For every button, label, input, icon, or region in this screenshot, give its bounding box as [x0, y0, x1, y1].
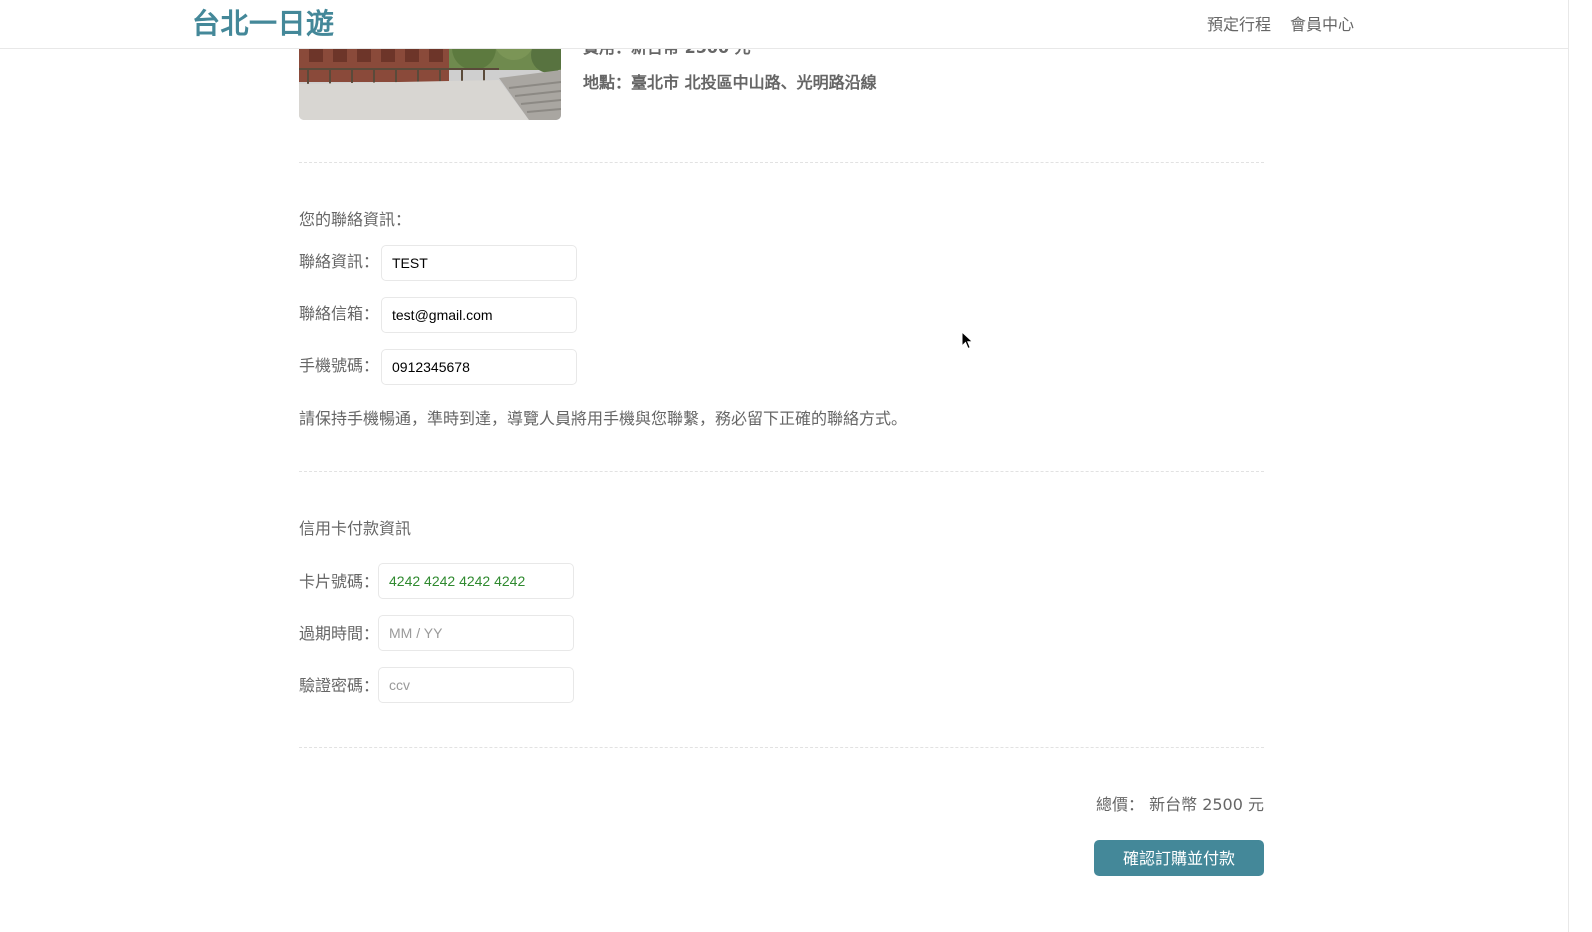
mouse-cursor-icon	[961, 331, 974, 350]
card-number-label: 卡片號碼：	[299, 572, 380, 591]
card-number-input[interactable]	[378, 563, 574, 599]
nav-booking-link[interactable]: 預定行程	[1207, 14, 1271, 36]
site-logo[interactable]: 台北一日遊	[192, 6, 335, 42]
top-navbar: 台北一日遊 預定行程 會員中心	[0, 0, 1568, 49]
location-label: 地點：	[583, 73, 632, 92]
payment-section-title: 信用卡付款資訊	[299, 519, 412, 538]
confirm-payment-button[interactable]: 確認訂購並付款	[1094, 840, 1264, 876]
booking-page: 費用：新台幣 2500 元 地點：臺北市 北投區中山路、光明路沿線 台北一日遊 …	[0, 0, 1592, 932]
contact-name-input[interactable]	[381, 245, 577, 281]
contact-phone-input[interactable]	[381, 349, 577, 385]
card-expiry-input[interactable]	[378, 615, 574, 651]
total-price: 總價： 新台幣 2500 元	[1096, 795, 1264, 814]
card-cvv-input[interactable]	[378, 667, 574, 703]
contact-section-title: 您的聯絡資訊：	[299, 210, 412, 229]
contact-email-input[interactable]	[381, 297, 577, 333]
card-cvv-label: 驗證密碼：	[299, 676, 380, 695]
attraction-location: 地點：臺北市 北投區中山路、光明路沿線	[583, 72, 877, 94]
contact-name-label: 聯絡資訊：	[299, 252, 380, 271]
section-divider	[299, 747, 1264, 748]
page-scrollbar[interactable]	[1568, 0, 1592, 932]
card-expiry-label: 過期時間：	[299, 624, 380, 643]
location-value: 臺北市 北投區中山路、光明路沿線	[631, 73, 877, 92]
contact-phone-label: 手機號碼：	[299, 356, 380, 375]
contact-email-label: 聯絡信箱：	[299, 304, 380, 323]
section-divider	[299, 471, 1264, 472]
nav-member-link[interactable]: 會員中心	[1290, 14, 1354, 36]
contact-notice: 請保持手機暢通，準時到達，導覽人員將用手機與您聯繫，務必留下正確的聯絡方式。	[299, 409, 908, 428]
section-divider	[299, 162, 1264, 163]
